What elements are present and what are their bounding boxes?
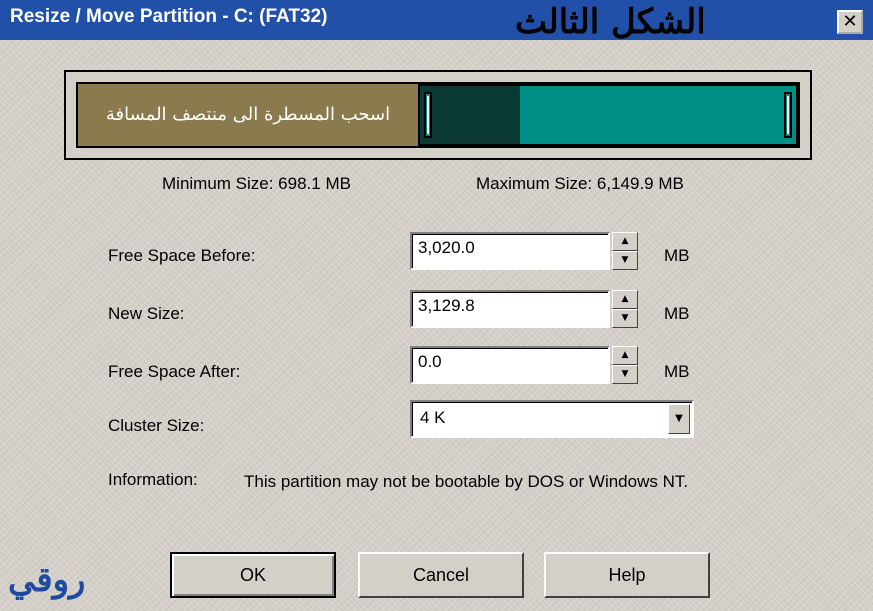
close-icon: ✕ — [842, 11, 858, 32]
new-size-input[interactable]: 3,129.8 — [410, 290, 610, 328]
maximum-size-label: Maximum Size: 6,149.9 MB — [476, 174, 684, 193]
free-space-before-label: Free Space Before: — [108, 246, 256, 265]
new-size-down-button[interactable]: ▼ — [612, 309, 638, 328]
right-resize-handle[interactable] — [784, 92, 792, 138]
cluster-size-label: Cluster Size: — [108, 416, 205, 435]
ok-button[interactable]: OK — [170, 552, 336, 598]
window-title: Resize / Move Partition - C: (FAT32) — [10, 6, 328, 27]
spin-up-icon: ▲ — [621, 350, 629, 360]
close-button[interactable]: ✕ — [837, 10, 863, 34]
information-label: Information: — [108, 470, 198, 489]
new-size-label: New Size: — [108, 304, 185, 323]
free-space-before-spinner: ▲ ▼ — [612, 232, 638, 270]
information-text: This partition may not be bootable by DO… — [244, 472, 689, 491]
arabic-heading: الشكل الثالث — [515, 2, 706, 42]
left-resize-handle[interactable] — [424, 92, 432, 138]
partition-map: اسحب المسطرة الى منتصف المسافة — [64, 70, 812, 160]
cancel-button[interactable]: Cancel — [358, 552, 524, 598]
free-space-after-input[interactable]: 0.0 — [410, 346, 610, 384]
free-space-after-up-button[interactable]: ▲ — [612, 346, 638, 365]
free-space-before-up-button[interactable]: ▲ — [612, 232, 638, 251]
used-space-segment — [420, 86, 520, 144]
partition-free-space-segment — [520, 86, 796, 144]
help-button[interactable]: Help — [544, 552, 710, 598]
watermark-signature: روقي — [8, 560, 86, 600]
free-space-after-unit: MB — [664, 362, 690, 381]
spin-up-icon: ▲ — [621, 236, 629, 246]
partition-block[interactable] — [418, 84, 798, 146]
new-size-spinner: ▲ ▼ — [612, 290, 638, 328]
cluster-size-select[interactable]: 4 K ▼ — [410, 400, 694, 438]
resize-move-dialog: Resize / Move Partition - C: (FAT32) الش… — [0, 0, 873, 611]
free-space-before-unit: MB — [664, 246, 690, 265]
free-space-before-down-button[interactable]: ▼ — [612, 251, 638, 270]
minimum-size-label: Minimum Size: 698.1 MB — [162, 174, 351, 193]
partition-bar-instruction: اسحب المسطرة الى منتصف المسافة — [105, 104, 391, 125]
new-size-up-button[interactable]: ▲ — [612, 290, 638, 309]
free-space-after-down-button[interactable]: ▼ — [612, 365, 638, 384]
free-space-after-spinner: ▲ ▼ — [612, 346, 638, 384]
new-size-unit: MB — [664, 304, 690, 323]
cluster-size-value: 4 K — [420, 408, 446, 427]
chevron-down-icon: ▼ — [675, 413, 683, 424]
cluster-size-dropdown-button[interactable]: ▼ — [668, 404, 690, 434]
spin-down-icon: ▼ — [621, 255, 629, 265]
spin-down-icon: ▼ — [621, 313, 629, 323]
title-bar[interactable]: Resize / Move Partition - C: (FAT32) الش… — [0, 0, 873, 42]
free-space-after-label: Free Space After: — [108, 362, 241, 381]
spin-up-icon: ▲ — [621, 294, 629, 304]
partition-bar: اسحب المسطرة الى منتصف المسافة — [76, 82, 800, 148]
free-space-before-input[interactable]: 3,020.0 — [410, 232, 610, 270]
spin-down-icon: ▼ — [621, 369, 629, 379]
